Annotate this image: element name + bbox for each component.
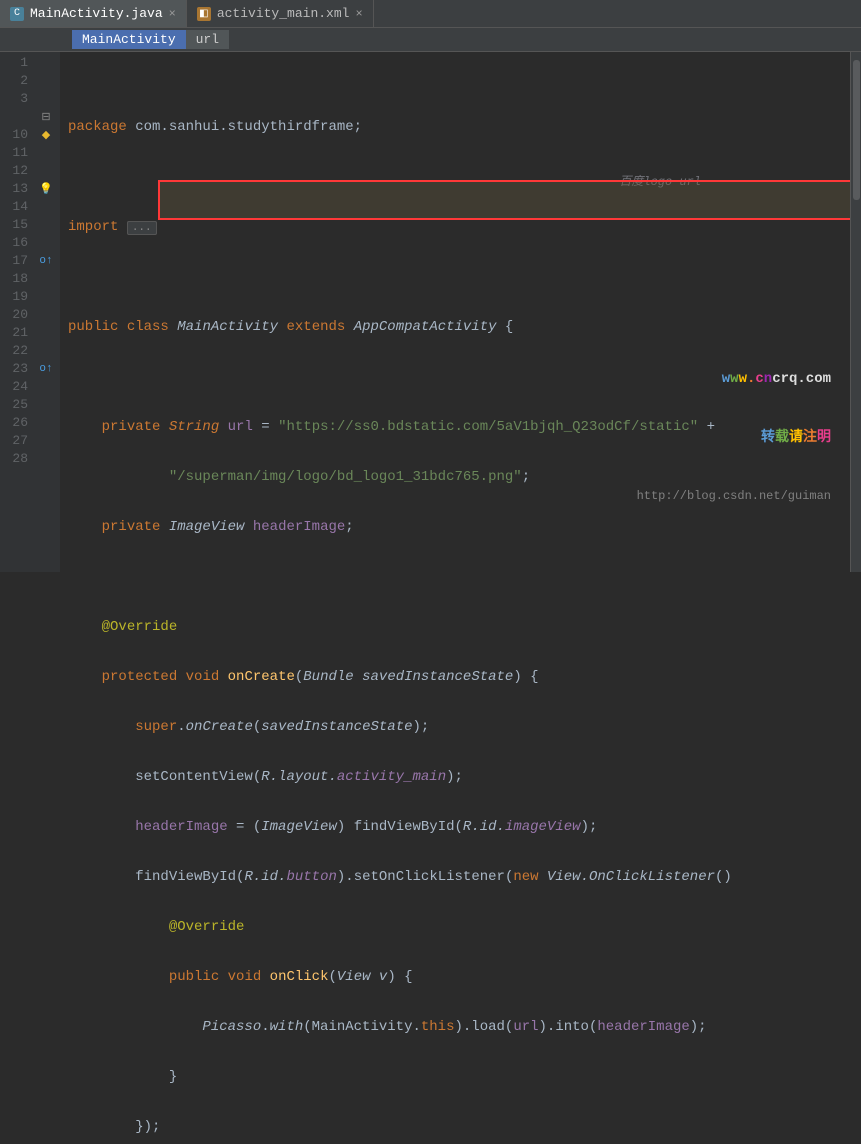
tab-label: MainActivity.java [30,6,163,21]
close-icon[interactable]: × [355,7,362,21]
warning-icon[interactable]: ◆ [32,126,60,144]
close-icon[interactable]: × [169,7,176,21]
tab-activity-main-xml[interactable]: ◧ activity_main.xml × [187,0,374,27]
override-icon[interactable]: o↑ [32,360,60,378]
crumb-class[interactable]: MainActivity [72,30,186,49]
scroll-thumb[interactable] [853,60,860,200]
watermark: www.cncrq.com 转载请注明 http://blog.csdn.net… [637,331,831,544]
java-file-icon: C [10,7,24,21]
crumb-field[interactable]: url [186,30,229,49]
code-area[interactable]: 百度logo url package com.sanhui.studythird… [60,52,861,572]
tab-label: activity_main.xml [217,6,350,21]
xml-file-icon: ◧ [197,7,211,21]
editor-tabs: C MainActivity.java × ◧ activity_main.xm… [0,0,861,28]
folded-imports[interactable]: ... [127,221,157,235]
collapse-icon[interactable]: ⊟ [32,108,60,126]
gutter: ⊟ ◆ 💡 o↑ o↑ [32,52,60,572]
editor: 1231011121314151617181920212223242526272… [0,52,861,572]
vertical-scrollbar[interactable] [850,52,861,572]
line-numbers: 1231011121314151617181920212223242526272… [0,52,32,572]
lightbulb-icon[interactable]: 💡 [32,180,60,198]
highlight-box [158,180,861,220]
tab-mainactivity[interactable]: C MainActivity.java × [0,0,187,27]
breadcrumb: MainActivity url [0,28,861,52]
override-icon[interactable]: o↑ [32,252,60,270]
